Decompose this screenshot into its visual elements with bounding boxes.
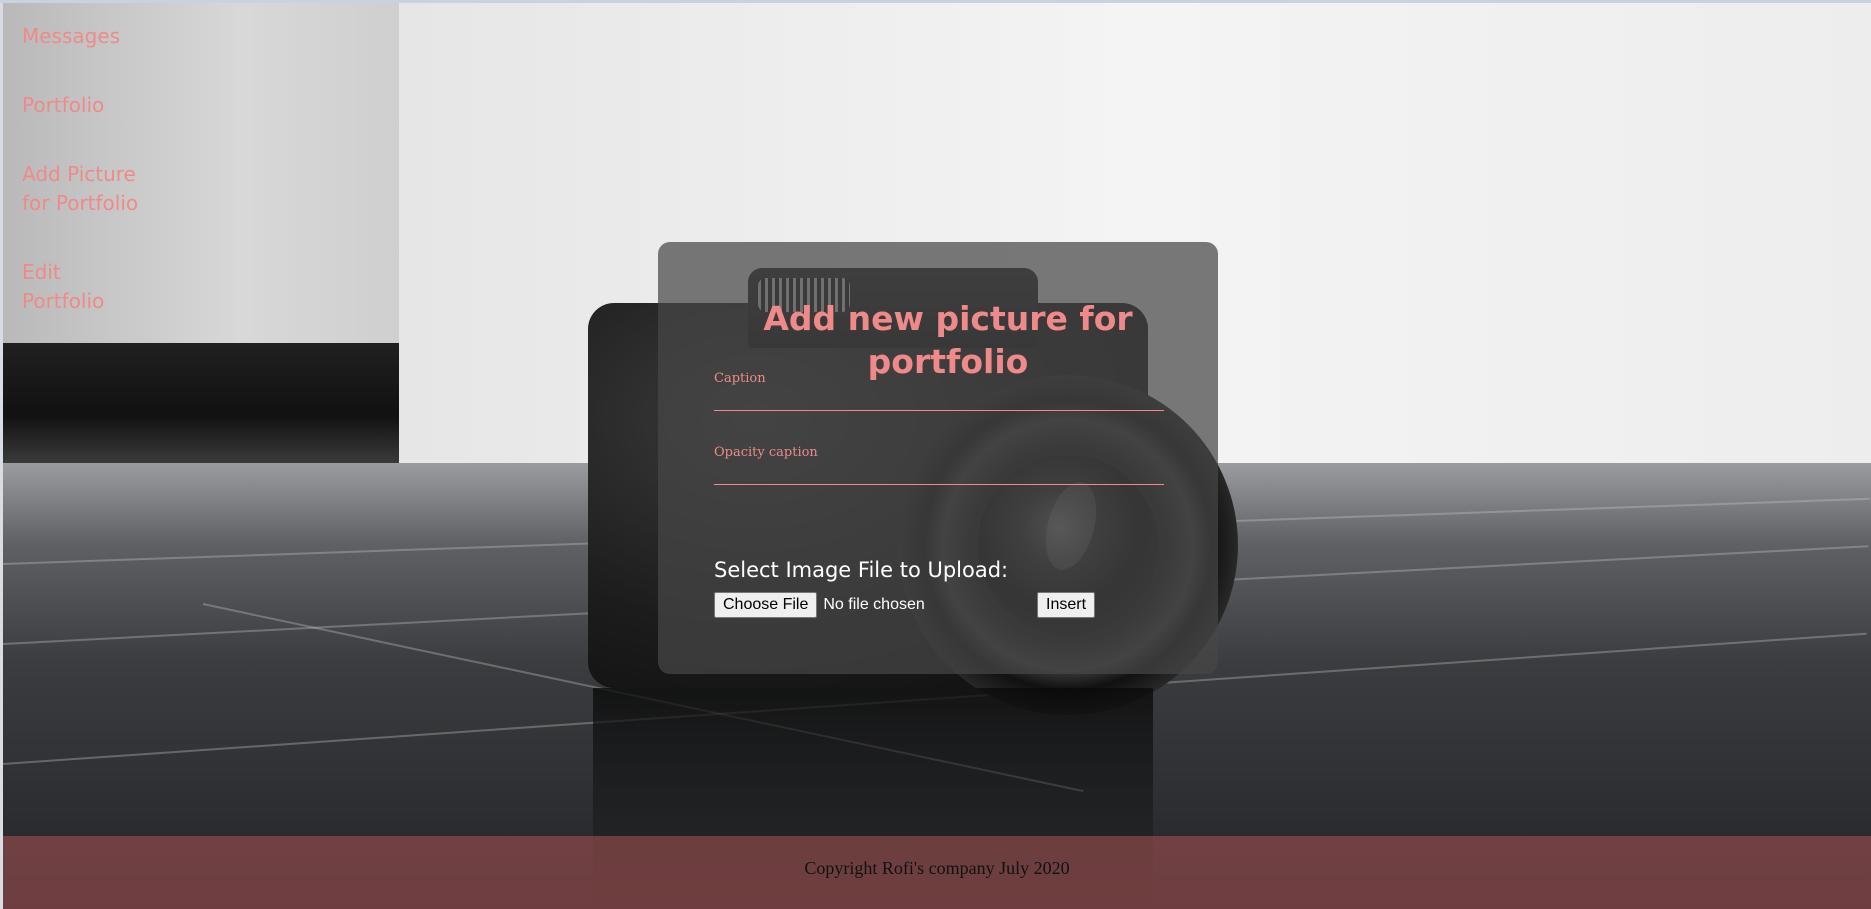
background-shadow xyxy=(3,343,399,463)
insert-button[interactable]: Insert xyxy=(1037,592,1096,618)
upload-label: Select Image File to Upload: xyxy=(714,558,1009,582)
file-status-text: No file chosen xyxy=(823,596,925,613)
opacity-caption-label: Opacity caption xyxy=(714,445,818,460)
file-picker: Choose File No file chosen xyxy=(714,592,925,618)
window-left-border xyxy=(0,3,3,909)
caption-label: Caption xyxy=(714,371,766,386)
sidebar-item-edit-portfolio[interactable]: Edit Portfolio xyxy=(22,258,142,316)
sidebar-item-portfolio[interactable]: Portfolio xyxy=(22,91,142,120)
sidebar-item-messages[interactable]: Messages xyxy=(22,22,142,51)
choose-file-button[interactable]: Choose File xyxy=(714,592,818,618)
opacity-caption-input[interactable] xyxy=(714,462,1164,485)
sidebar-nav: Messages Portfolio Add Picture for Portf… xyxy=(22,22,142,356)
form-title: Add new picture for portfolio xyxy=(763,299,1133,381)
add-picture-form: Add new picture for portfolio Caption Op… xyxy=(658,242,1218,674)
footer-copyright: Copyright Rofi's company July 2020 xyxy=(804,858,1070,878)
footer: Copyright Rofi's company July 2020 xyxy=(3,836,1871,909)
sidebar-item-add-picture[interactable]: Add Picture for Portfolio xyxy=(22,160,142,218)
caption-input[interactable] xyxy=(714,388,1164,411)
